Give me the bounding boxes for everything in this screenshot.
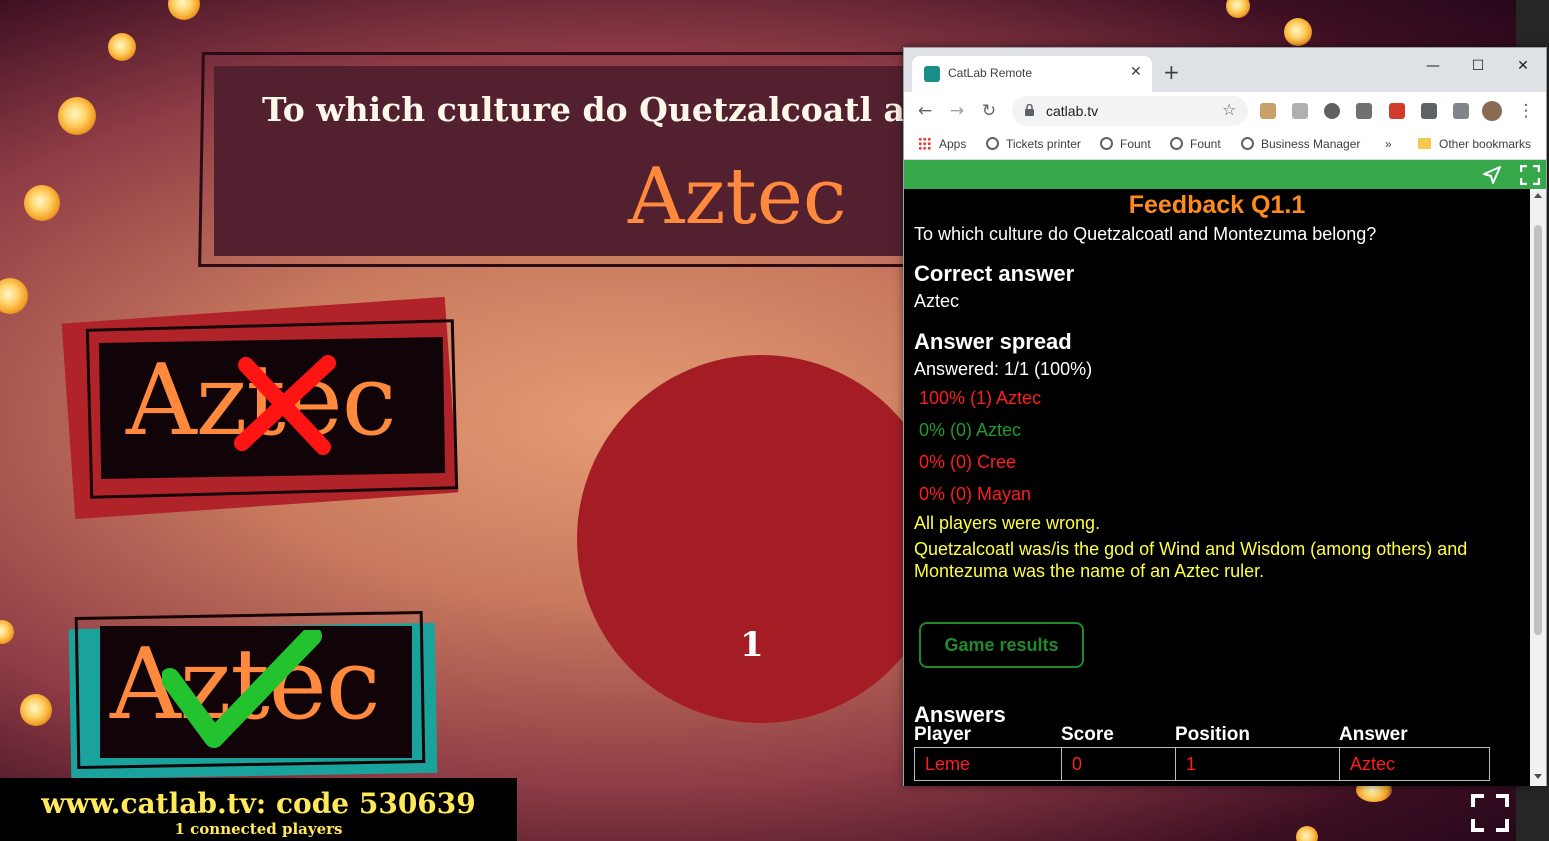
extension-icon[interactable]	[1356, 103, 1372, 119]
extension-icon[interactable]	[1389, 103, 1405, 119]
spread-row: 0% (0) Cree	[919, 452, 1017, 472]
bookmark-label: Fount	[1120, 137, 1151, 151]
tab-catlab-remote[interactable]: CatLab Remote ✕	[912, 56, 1152, 92]
browser-toolbar: ← → ↻ catlab.tv ☆ ⋮	[904, 92, 1546, 130]
connected-players: 1 connected players	[174, 820, 343, 838]
green-checkmark-icon	[162, 630, 322, 748]
scrollbar[interactable]	[1530, 189, 1546, 786]
bookmark-business-manager[interactable]: Business Manager	[1241, 137, 1360, 151]
forward-button[interactable]: →	[946, 100, 968, 122]
answer-spread-heading: Answer spread	[914, 329, 1072, 354]
explanation-text: Quetzalcoatl was/is the god of Wind and …	[914, 539, 1468, 581]
feedback-content: Feedback Q1.1 To which culture do Quetza…	[904, 189, 1530, 786]
feedback-title: Feedback Q1.1	[1128, 191, 1306, 219]
red-cross-icon	[234, 355, 336, 455]
catlab-favicon-icon	[924, 66, 940, 82]
tab-title: CatLab Remote	[948, 66, 1033, 80]
light-bulb-decoration	[24, 185, 60, 221]
globe-icon	[1100, 137, 1113, 150]
table-cell-player: Leme	[914, 747, 1062, 781]
reload-button[interactable]: ↻	[978, 100, 1000, 122]
wrong-answer-card: Aztec	[61, 296, 459, 520]
all-wrong-note: All players were wrong.	[914, 513, 1101, 533]
answered-count: Answered: 1/1 (100%)	[914, 359, 1093, 379]
light-bulb-decoration	[20, 694, 52, 726]
answer-pie-disc	[577, 355, 945, 723]
light-bulb-decoration	[0, 620, 14, 644]
scroll-up-arrow[interactable]	[1534, 193, 1542, 198]
back-button[interactable]: ←	[914, 100, 936, 122]
folder-icon	[1418, 138, 1431, 149]
bookmark-other-bookmarks[interactable]: Other bookmarks	[1418, 137, 1531, 151]
extension-icon[interactable]	[1324, 103, 1340, 119]
light-bulb-decoration	[108, 33, 136, 61]
media-control-icon[interactable]	[1453, 103, 1469, 119]
lock-icon	[1025, 104, 1034, 116]
business-manager-icon	[1241, 137, 1254, 150]
correct-answer-heading: Correct answer	[914, 261, 1075, 286]
browser-window: CatLab Remote ✕ + — ☐ ✕ ← → ↻ catlab.tv …	[903, 47, 1547, 786]
bookmark-label: Fount	[1190, 137, 1221, 151]
table-cell-answer: Aztec	[1339, 747, 1490, 781]
tab-close-icon[interactable]: ✕	[1130, 64, 1142, 80]
close-window-button[interactable]: ✕	[1508, 54, 1538, 78]
apps-grid-icon	[918, 137, 931, 150]
scroll-down-arrow[interactable]	[1534, 774, 1542, 779]
spread-row: 0% (0) Aztec	[919, 420, 1022, 440]
column-header-position: Position	[1175, 724, 1250, 745]
question-banner: To which culture do Quetzalcoatl and M A…	[198, 52, 1000, 267]
column-header-player: Player	[914, 724, 972, 745]
correct-answer-display: Aztec	[628, 152, 847, 242]
spread-row: 0% (0) Mayan	[919, 484, 1032, 504]
bookmark-label: Apps	[939, 137, 967, 151]
maximize-button[interactable]: ☐	[1463, 54, 1493, 78]
bookmarks-overflow-button[interactable]: »	[1385, 137, 1392, 151]
join-url-code: www.catlab.tv: code 530639	[41, 787, 476, 820]
bookmark-label: Other bookmarks	[1439, 137, 1532, 151]
url-text: catlab.tv	[1046, 103, 1099, 119]
title-bar: CatLab Remote ✕ + — ☐ ✕	[904, 48, 1546, 92]
extensions-puzzle-icon[interactable]	[1421, 103, 1437, 119]
globe-icon	[986, 137, 999, 150]
remote-header-bar	[904, 160, 1546, 189]
send-icon[interactable]	[1482, 165, 1502, 185]
light-bulb-decoration	[1296, 826, 1318, 841]
extension-icon[interactable]	[1292, 103, 1308, 119]
game-results-button[interactable]: Game results	[919, 622, 1084, 668]
question-text: To which culture do Quetzalcoatl and M	[262, 90, 1000, 129]
feedback-question: To which culture do Quetzalcoatl and Mon…	[914, 224, 1377, 244]
scrollbar-thumb[interactable]	[1534, 225, 1542, 635]
light-bulb-decoration	[1284, 18, 1312, 46]
bookmarks-bar: Apps Tickets printer Fount Fount Busines…	[904, 130, 1546, 160]
correct-answer-value: Aztec	[914, 291, 960, 311]
globe-icon	[1170, 137, 1183, 150]
column-header-score: Score	[1061, 724, 1114, 745]
bookmark-star-icon[interactable]: ☆	[1222, 100, 1236, 119]
light-bulb-decoration	[1226, 0, 1250, 18]
bookmark-apps[interactable]: Apps	[918, 137, 966, 151]
address-bar[interactable]: catlab.tv ☆	[1012, 96, 1248, 126]
join-code-bar: www.catlab.tv: code 530639 1 connected p…	[0, 778, 517, 841]
light-bulb-decoration	[0, 278, 28, 314]
bookmark-fount-2[interactable]: Fount	[1170, 137, 1221, 151]
menu-kebab-icon[interactable]: ⋮	[1515, 100, 1537, 122]
column-header-answer: Answer	[1339, 724, 1408, 745]
light-bulb-decoration	[168, 0, 200, 20]
bookmark-label: Business Manager	[1261, 137, 1361, 151]
minimize-button[interactable]: —	[1418, 54, 1448, 78]
table-cell-score: 0	[1061, 747, 1176, 781]
expand-icon[interactable]	[1520, 165, 1540, 185]
bookmark-label: Tickets printer	[1006, 137, 1081, 151]
bookmark-fount[interactable]: Fount	[1100, 137, 1151, 151]
correct-answer-card: Aztec	[66, 600, 446, 790]
spread-row: 100% (1) Aztec	[919, 388, 1042, 408]
light-bulb-decoration	[58, 97, 96, 135]
bookmark-tickets-printer[interactable]: Tickets printer	[986, 137, 1081, 151]
extension-icon[interactable]	[1260, 103, 1276, 119]
table-cell-position: 1	[1175, 747, 1340, 781]
new-tab-button[interactable]: +	[1163, 60, 1180, 84]
answer-count: 1	[740, 625, 764, 665]
fullscreen-icon[interactable]	[1470, 793, 1510, 833]
profile-avatar-icon[interactable]	[1482, 101, 1502, 121]
